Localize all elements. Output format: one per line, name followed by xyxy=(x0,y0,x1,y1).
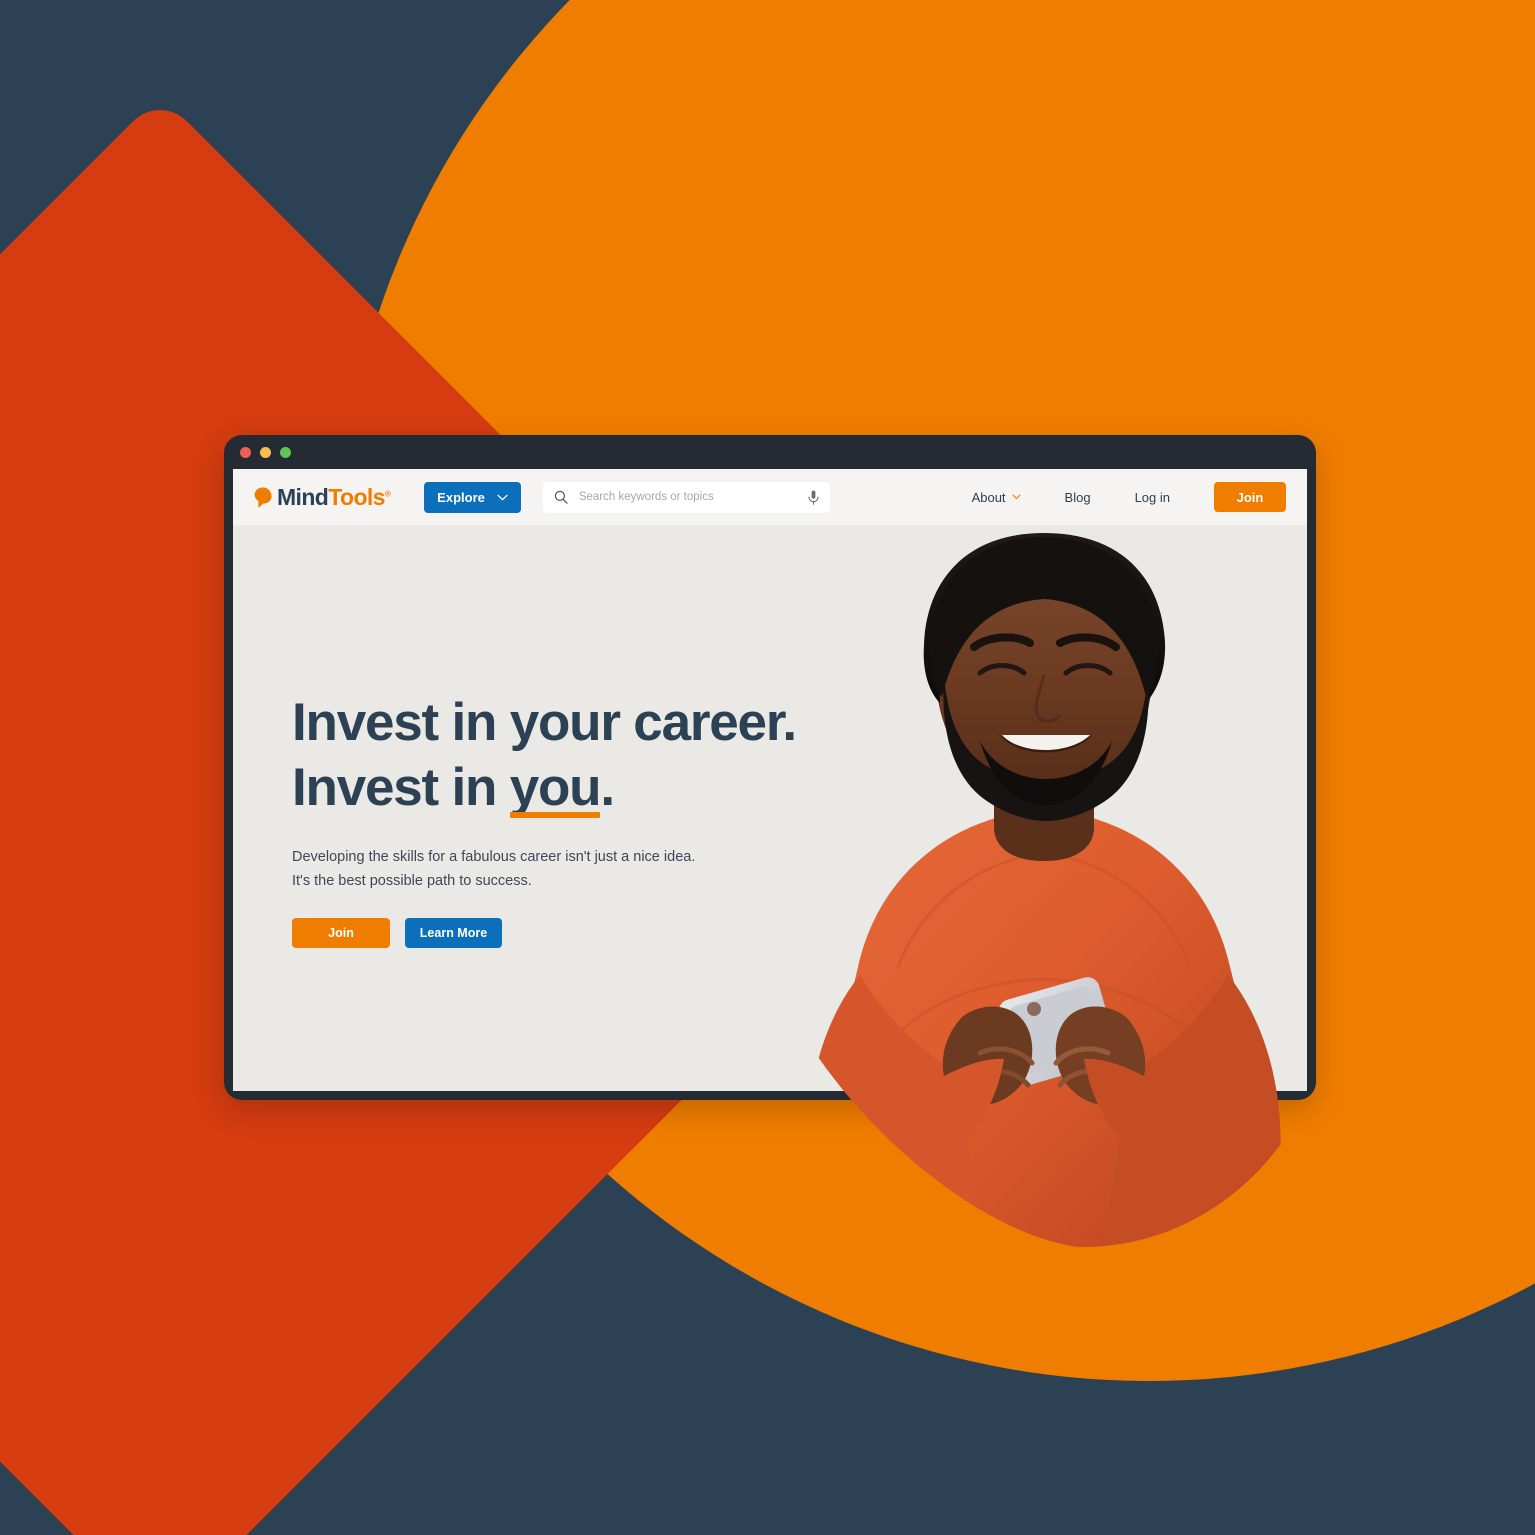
registered-mark: ® xyxy=(384,488,391,498)
nav-link-login[interactable]: Log in xyxy=(1113,490,1192,505)
hero-subtext-line-1: Developing the skills for a fabulous car… xyxy=(292,849,696,866)
logo-tools-text: Tools xyxy=(328,483,385,510)
hero-join-button[interactable]: Join xyxy=(292,918,390,949)
hero-headline-line-1: Invest in your career. xyxy=(292,693,797,752)
browser-viewport: MindTools® Explore Search keywords or to… xyxy=(233,469,1307,1091)
hero-subtext: Developing the skills for a fabulous car… xyxy=(292,846,722,893)
logo-wordmark: MindTools® xyxy=(277,483,391,510)
nav-link-about[interactable]: About xyxy=(950,490,1043,505)
navbar-join-button[interactable]: Join xyxy=(1214,482,1286,512)
traffic-light-zoom-icon[interactable] xyxy=(280,446,291,458)
hero-actions: Join Learn More xyxy=(292,918,912,949)
navbar-links: About Blog Log in Join xyxy=(950,482,1286,512)
search-bar[interactable] xyxy=(542,480,830,514)
hero-headline-line-2-suffix: . xyxy=(600,757,615,817)
traffic-light-close-icon[interactable] xyxy=(240,446,251,458)
microphone-icon[interactable] xyxy=(808,490,819,505)
page-canvas: MindTools® Explore Search keywords or to… xyxy=(0,0,1535,1535)
explore-button-label: Explore xyxy=(437,489,485,505)
mindtools-logo[interactable]: MindTools® xyxy=(254,483,391,510)
hero-copy: Invest in your career. Invest in you. De… xyxy=(292,691,912,949)
chevron-down-icon xyxy=(1011,494,1021,500)
nav-link-blog-label: Blog xyxy=(1064,489,1091,505)
hero-headline-line-2-prefix: Invest in xyxy=(292,757,510,817)
hero-subtext-line-2: It's the best possible path to success. xyxy=(292,872,532,889)
chevron-down-icon xyxy=(497,494,508,500)
hero-headline: Invest in your career. Invest in you. xyxy=(292,691,912,820)
logo-mind-text: Mind xyxy=(277,483,329,510)
explore-button[interactable]: Explore xyxy=(424,481,521,513)
site-navbar: MindTools® Explore Search keywords or to… xyxy=(233,469,1307,525)
nav-link-about-label: About xyxy=(971,489,1006,505)
nav-link-blog[interactable]: Blog xyxy=(1043,490,1113,505)
hero-section: Invest in your career. Invest in you. De… xyxy=(233,525,1307,1091)
search-input[interactable] xyxy=(576,480,799,514)
nav-link-login-label: Log in xyxy=(1134,489,1170,505)
traffic-light-minimize-icon[interactable] xyxy=(260,446,271,458)
browser-titlebar xyxy=(224,435,1316,469)
search-icon xyxy=(554,490,568,504)
hero-headline-underlined-word: you xyxy=(509,756,602,821)
speech-bubble-icon xyxy=(254,486,272,507)
browser-window: MindTools® Explore Search keywords or to… xyxy=(224,435,1316,1100)
hero-learn-more-button[interactable]: Learn More xyxy=(405,918,502,949)
